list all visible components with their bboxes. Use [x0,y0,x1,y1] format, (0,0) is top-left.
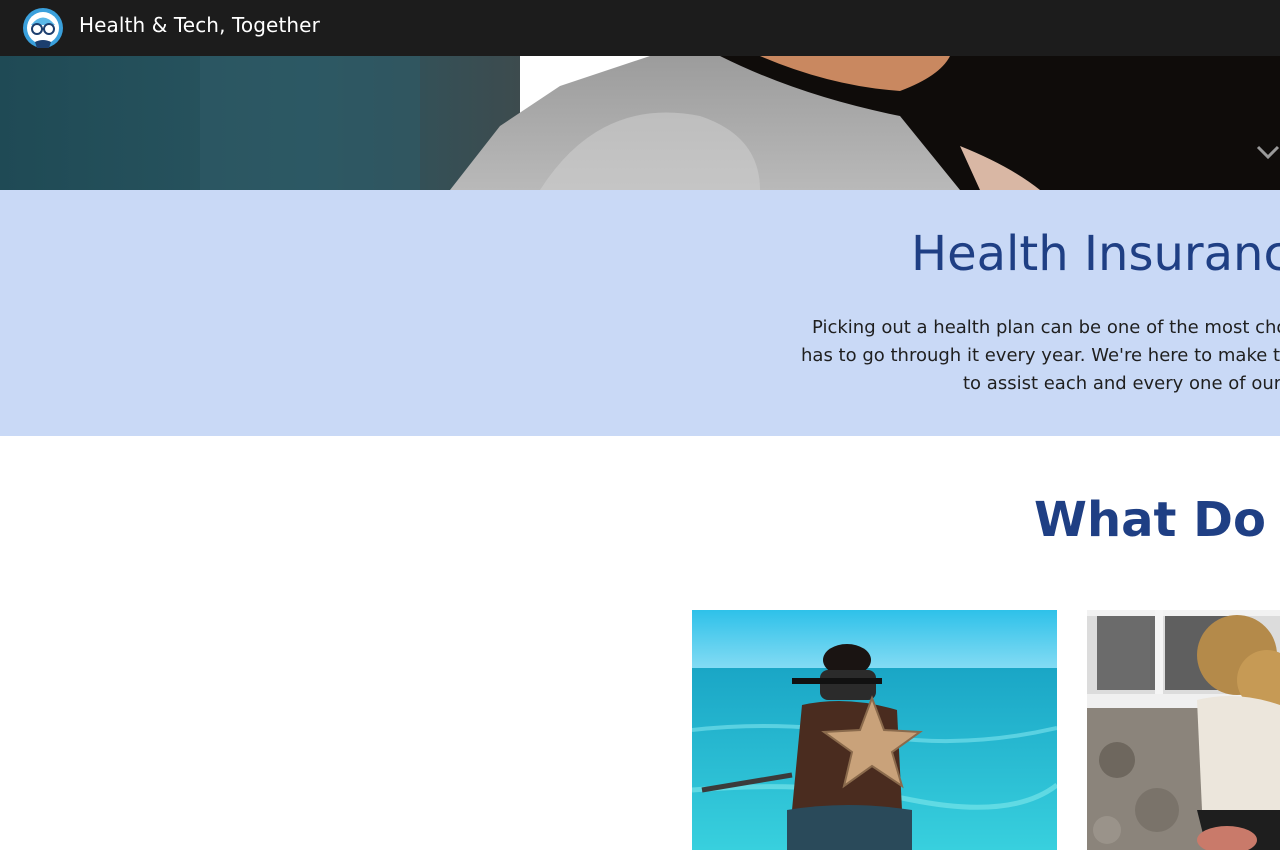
intro-text-line: Picking out a health plan can be one of … [812,317,1280,338]
hero-image [0,56,1280,190]
intro-title: Health Insuranc [911,226,1280,282]
chevron-down-icon[interactable] [1256,143,1280,161]
intro-text-line: has to go through it every year. We're h… [801,345,1280,366]
brand-title[interactable]: Health & Tech, Together [79,13,320,37]
intro-text-line: to assist each and every one of our [963,373,1280,394]
service-card-image[interactable] [1087,610,1280,850]
services-title: What Do W [1034,492,1280,548]
intro-section: Health Insuranc Picking out a health pla… [0,190,1280,436]
top-navbar: Health & Tech, Together [0,0,1280,56]
service-card-image[interactable] [692,610,1057,850]
logo-icon[interactable] [23,8,63,48]
